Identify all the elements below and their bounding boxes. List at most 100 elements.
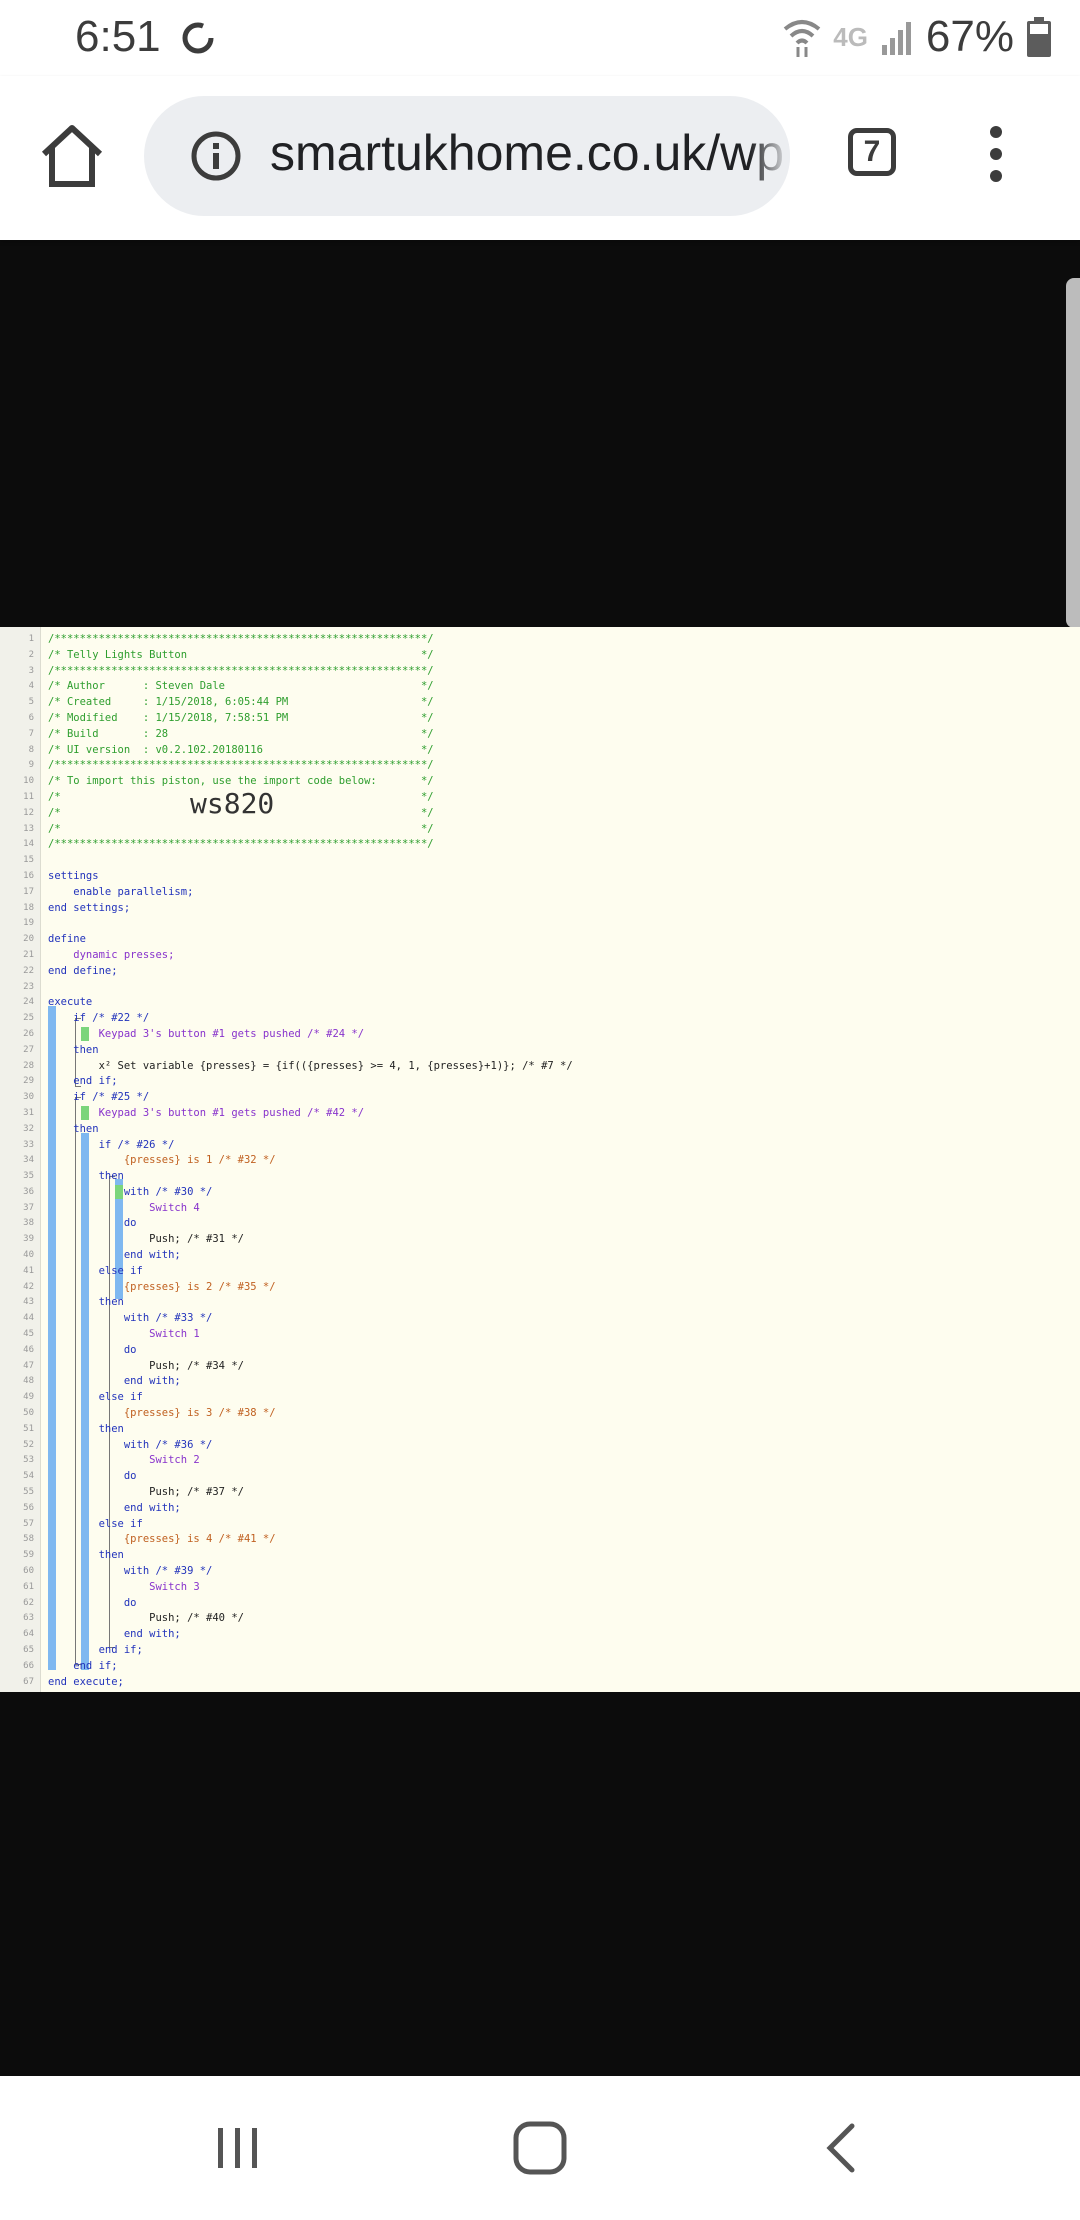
code-text: {presses} is 3 /* #38 */ xyxy=(48,1407,276,1420)
back-icon[interactable] xyxy=(810,2116,874,2180)
line-number: 4 xyxy=(28,681,34,692)
code-line: 11 /* */ xyxy=(0,790,1080,806)
code-text: /* Created : 1/15/2018, 6:05:44 PM */ xyxy=(48,696,434,709)
code-text: else if xyxy=(48,1517,143,1530)
code-line: 67 end execute; xyxy=(0,1675,1080,1691)
line-number: 5 xyxy=(28,697,34,708)
code-line: 25 if /* #22 */ xyxy=(0,1011,1080,1027)
code-line: 48 end with; xyxy=(0,1374,1080,1390)
code-line: 37 Switch 4 xyxy=(0,1201,1080,1217)
code-text: /* To import this piston, use the import… xyxy=(48,775,434,788)
line-number: 66 xyxy=(23,1660,34,1671)
code-text: Push; /* #34 */ xyxy=(48,1359,244,1372)
code-text: end with; xyxy=(48,1375,181,1388)
code-line: 29 end if; xyxy=(0,1074,1080,1090)
code-line: 7 /* Build : 28 */ xyxy=(0,727,1080,743)
home-icon[interactable] xyxy=(32,116,112,196)
code-line: 30 if /* #25 */ xyxy=(0,1090,1080,1106)
line-number: 19 xyxy=(23,918,34,929)
code-text: Push; /* #37 */ xyxy=(48,1486,244,1499)
code-line: 47 Push; /* #34 */ xyxy=(0,1359,1080,1375)
line-number: 35 xyxy=(23,1171,34,1182)
status-bar: 6:51 4G 67% xyxy=(0,0,1080,76)
line-number: 1 xyxy=(28,634,34,644)
code-line: 42 {presses} is 2 /* #35 */ xyxy=(0,1280,1080,1296)
more-options-icon[interactable] xyxy=(975,122,1017,186)
line-number: 11 xyxy=(23,791,34,802)
line-number: 29 xyxy=(23,1076,34,1087)
code-line: 34 {presses} is 1 /* #32 */ xyxy=(0,1153,1080,1169)
code-line: 45 Switch 1 xyxy=(0,1327,1080,1343)
code-text: {presses} is 2 /* #35 */ xyxy=(48,1280,276,1293)
code-line: 65 end if; xyxy=(0,1643,1080,1659)
piston-code-image: ws820 1/********************************… xyxy=(0,627,1080,1692)
code-lines: 1 /**************************************… xyxy=(0,632,1080,1690)
line-number: 36 xyxy=(23,1186,34,1197)
code-line: 58 {presses} is 4 /* #41 */ xyxy=(0,1532,1080,1548)
code-line: 27 then xyxy=(0,1043,1080,1059)
line-number: 64 xyxy=(23,1629,34,1640)
line-number: 45 xyxy=(23,1329,34,1340)
line-number: 30 xyxy=(23,1092,34,1103)
code-line: 24 execute xyxy=(0,995,1080,1011)
code-line: 36 with /* #30 */ xyxy=(0,1185,1080,1201)
code-line: 28 x² Set variable {presses} = {if(({pre… xyxy=(0,1059,1080,1075)
code-text: then xyxy=(48,1549,124,1562)
code-line: 22 end define; xyxy=(0,964,1080,980)
address-bar[interactable]: smartukhome.co.uk/wp xyxy=(144,96,790,216)
code-line: 3 /**************************************… xyxy=(0,664,1080,680)
code-line: 16 settings xyxy=(0,869,1080,885)
line-number: 18 xyxy=(23,902,34,913)
url-fade xyxy=(750,96,790,216)
code-text: then xyxy=(48,1122,99,1135)
code-line: 54 do xyxy=(0,1469,1080,1485)
line-number: 37 xyxy=(23,1202,34,1213)
line-number: 67 xyxy=(23,1676,34,1687)
code-line: 14 /*************************************… xyxy=(0,837,1080,853)
code-line: 18 end settings; xyxy=(0,901,1080,917)
code-text: then xyxy=(48,1043,99,1056)
line-number: 27 xyxy=(23,1044,34,1055)
code-text: then xyxy=(48,1296,124,1309)
code-text: end with; xyxy=(48,1628,181,1641)
line-number: 58 xyxy=(23,1534,34,1545)
line-number: 15 xyxy=(23,855,34,866)
line-number: 57 xyxy=(23,1518,34,1529)
code-line: 33 if /* #26 */ xyxy=(0,1138,1080,1154)
code-text: /* Modified : 1/15/2018, 7:58:51 PM */ xyxy=(48,711,434,724)
line-number: 33 xyxy=(23,1139,34,1150)
code-line: 49 else if xyxy=(0,1390,1080,1406)
code-text: /***************************************… xyxy=(48,838,434,851)
battery-icon xyxy=(1027,17,1051,57)
code-text: /* Author : Steven Dale */ xyxy=(48,680,434,693)
code-text: with /* #30 */ xyxy=(48,1185,213,1198)
line-number: 51 xyxy=(23,1423,34,1434)
network-type: 4G xyxy=(833,21,868,52)
line-number: 41 xyxy=(23,1265,34,1276)
info-icon[interactable] xyxy=(190,130,242,182)
line-number: 46 xyxy=(23,1344,34,1355)
code-text: if /* #22 */ xyxy=(48,1012,150,1025)
code-line: 43 then xyxy=(0,1295,1080,1311)
code-line: 32 then xyxy=(0,1122,1080,1138)
page-scrollbar[interactable] xyxy=(1066,278,1080,628)
code-text: end settings; xyxy=(48,901,131,914)
home-nav-icon[interactable] xyxy=(508,2116,572,2180)
line-number: 49 xyxy=(23,1392,34,1403)
tab-switcher-button[interactable]: 7 xyxy=(848,128,896,176)
line-number: 39 xyxy=(23,1234,34,1245)
line-number: 6 xyxy=(28,712,34,723)
code-text: enable parallelism; xyxy=(48,885,194,898)
line-number: 34 xyxy=(23,1155,34,1166)
code-text: {presses} is 1 /* #32 */ xyxy=(48,1154,276,1167)
code-text: Switch 4 xyxy=(48,1201,200,1214)
line-number: 53 xyxy=(23,1455,34,1466)
line-number: 9 xyxy=(28,760,34,771)
code-line: 10 /* To import this piston, use the impo… xyxy=(0,774,1080,790)
recent-apps-icon[interactable] xyxy=(206,2116,270,2180)
url-text[interactable]: smartukhome.co.uk/wp xyxy=(270,124,784,182)
code-text: /* UI version : v0.2.102.20180116 */ xyxy=(48,743,434,756)
code-text: else if xyxy=(48,1391,143,1404)
code-line: 53 Switch 2 xyxy=(0,1453,1080,1469)
code-text: end execute; xyxy=(48,1675,124,1688)
